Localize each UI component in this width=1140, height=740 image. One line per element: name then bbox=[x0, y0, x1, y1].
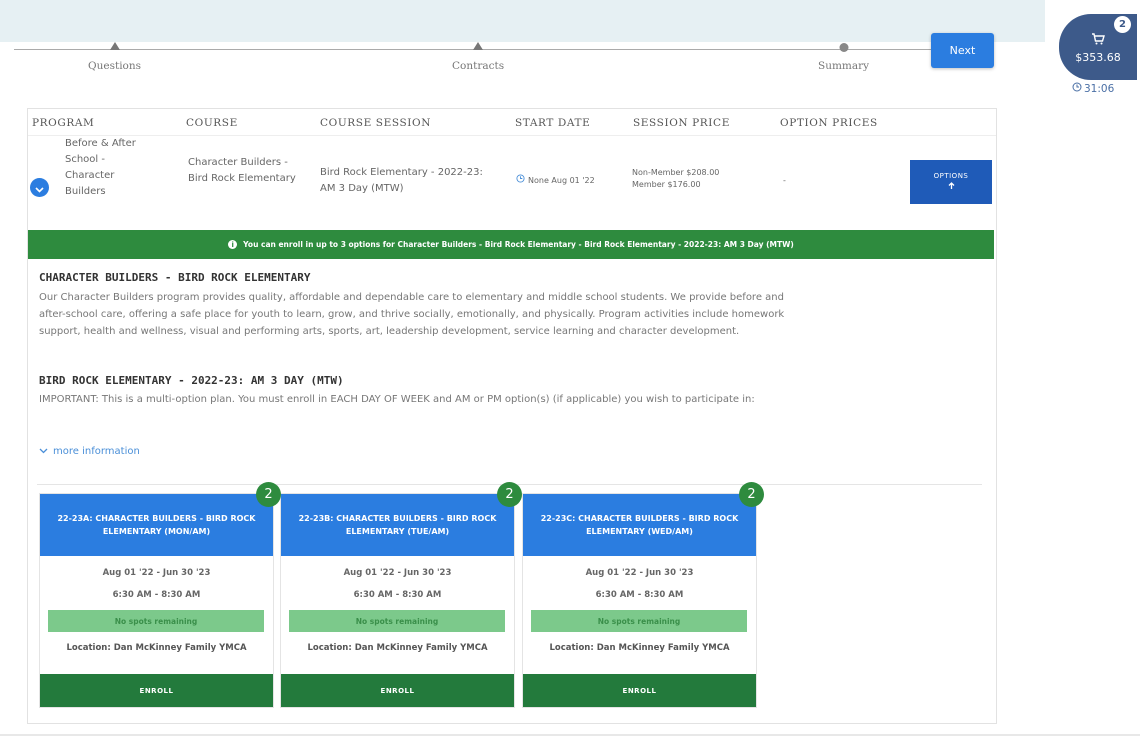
banner-text: You can enroll in up to 3 options for Ch… bbox=[243, 240, 794, 249]
course-description: Our Character Builders program provides … bbox=[39, 292, 785, 337]
option-location: Location: Dan McKinney Family YMCA bbox=[549, 643, 730, 653]
options-label: OPTIONS bbox=[933, 172, 969, 180]
col-start-date: START DATE bbox=[515, 117, 591, 129]
course-title: CHARACTER BUILDERS - BIRD ROCK ELEMENTAR… bbox=[39, 271, 311, 284]
clock-icon bbox=[516, 173, 525, 189]
enrollment-panel: PROGRAM COURSE COURSE SESSION START DATE… bbox=[27, 108, 997, 724]
option-dates: Aug 01 '22 - Jun 30 '23 bbox=[585, 568, 694, 578]
option-dates: Aug 01 '22 - Jun 30 '23 bbox=[102, 568, 211, 578]
option-card: 22-23A: CHARACTER BUILDERS - BIRD ROCK E… bbox=[39, 482, 281, 708]
top-band bbox=[0, 0, 1045, 42]
more-information-link[interactable]: more information bbox=[39, 446, 140, 457]
col-program: PROGRAM bbox=[32, 117, 95, 129]
option-title: 22-23B: CHARACTER BUILDERS - BIRD ROCK E… bbox=[281, 494, 514, 556]
table-header: PROGRAM COURSE COURSE SESSION START DATE… bbox=[28, 109, 996, 136]
session-title: BIRD ROCK ELEMENTARY - 2022-23: AM 3 DAY… bbox=[39, 374, 344, 387]
col-session-price: SESSION PRICE bbox=[633, 117, 730, 129]
session-timer: 31:06 bbox=[1072, 82, 1114, 95]
cart-widget[interactable]: 2 $353.68 bbox=[1059, 14, 1137, 80]
collapse-row-button[interactable] bbox=[30, 178, 49, 197]
clock-icon bbox=[1072, 82, 1082, 95]
chevron-down-icon bbox=[35, 178, 44, 197]
step-current-icon bbox=[839, 43, 849, 52]
course-session: Bird Rock Elementary - 2022-23: AM 3 Day… bbox=[320, 167, 483, 194]
more-information-label: more information bbox=[53, 446, 140, 457]
option-card: 22-23C: CHARACTER BUILDERS - BIRD ROCK E… bbox=[522, 482, 764, 708]
col-course-session: COURSE SESSION bbox=[320, 117, 431, 129]
price-member: Member $176.00 bbox=[632, 180, 701, 189]
spots-status: No spots remaining bbox=[531, 610, 747, 632]
option-title: 22-23A: CHARACTER BUILDERS - BIRD ROCK E… bbox=[40, 494, 273, 556]
progress-area bbox=[0, 42, 1045, 82]
table-row: Before & After School - Character Builde… bbox=[28, 136, 996, 227]
info-icon: i bbox=[228, 240, 238, 249]
cart-total: $353.68 bbox=[1075, 51, 1121, 64]
timer-value: 31:06 bbox=[1084, 82, 1115, 95]
next-button[interactable]: Next bbox=[931, 33, 994, 68]
spots-status: No spots remaining bbox=[48, 610, 264, 632]
step-contracts[interactable]: Contracts bbox=[452, 42, 504, 72]
step-summary[interactable]: Summary bbox=[818, 42, 869, 72]
session-description: IMPORTANT: This is a multi-option plan. … bbox=[39, 394, 755, 405]
option-title: 22-23C: CHARACTER BUILDERS - BIRD ROCK E… bbox=[523, 494, 756, 556]
col-course: COURSE bbox=[186, 117, 238, 129]
option-dates: Aug 01 '22 - Jun 30 '23 bbox=[343, 568, 452, 578]
step-complete-icon bbox=[473, 42, 484, 50]
option-times: 6:30 AM - 8:30 AM bbox=[595, 590, 684, 600]
options-button[interactable]: OPTIONS bbox=[910, 160, 992, 204]
step-complete-icon bbox=[109, 42, 120, 50]
enroll-button[interactable]: ENROLL bbox=[40, 674, 273, 707]
start-date: None Aug 01 '22 bbox=[516, 173, 595, 189]
enroll-button[interactable]: ENROLL bbox=[281, 674, 514, 707]
arrow-up-icon bbox=[948, 182, 955, 192]
session-price: Non-Member $208.00 Member $176.00 bbox=[632, 167, 719, 191]
option-count-badge: 2 bbox=[739, 482, 764, 507]
option-count-badge: 2 bbox=[497, 482, 522, 507]
option-prices: - bbox=[783, 176, 786, 185]
start-date-value: None Aug 01 '22 bbox=[528, 176, 595, 185]
option-count-badge: 2 bbox=[256, 482, 281, 507]
option-times: 6:30 AM - 8:30 AM bbox=[112, 590, 201, 600]
cart-icon bbox=[1091, 30, 1105, 49]
enroll-button[interactable]: ENROLL bbox=[523, 674, 756, 707]
option-location: Location: Dan McKinney Family YMCA bbox=[307, 643, 488, 653]
program-name: Before & After School - Character Builde… bbox=[65, 138, 136, 197]
price-non-member: Non-Member $208.00 bbox=[632, 168, 720, 177]
option-location: Location: Dan McKinney Family YMCA bbox=[66, 643, 247, 653]
enroll-limit-banner: i You can enroll in up to 3 options for … bbox=[28, 230, 994, 259]
option-card: 22-23B: CHARACTER BUILDERS - BIRD ROCK E… bbox=[280, 482, 522, 708]
chevron-down-icon bbox=[39, 446, 48, 457]
course-name: Character Builders - Bird Rock Elementar… bbox=[188, 157, 296, 184]
step-questions[interactable]: Questions bbox=[88, 42, 141, 72]
spots-status: No spots remaining bbox=[289, 610, 505, 632]
col-option-prices: OPTION PRICES bbox=[780, 117, 878, 129]
bottom-rule bbox=[0, 734, 1140, 736]
cart-count-badge: 2 bbox=[1114, 16, 1131, 33]
option-times: 6:30 AM - 8:30 AM bbox=[353, 590, 442, 600]
